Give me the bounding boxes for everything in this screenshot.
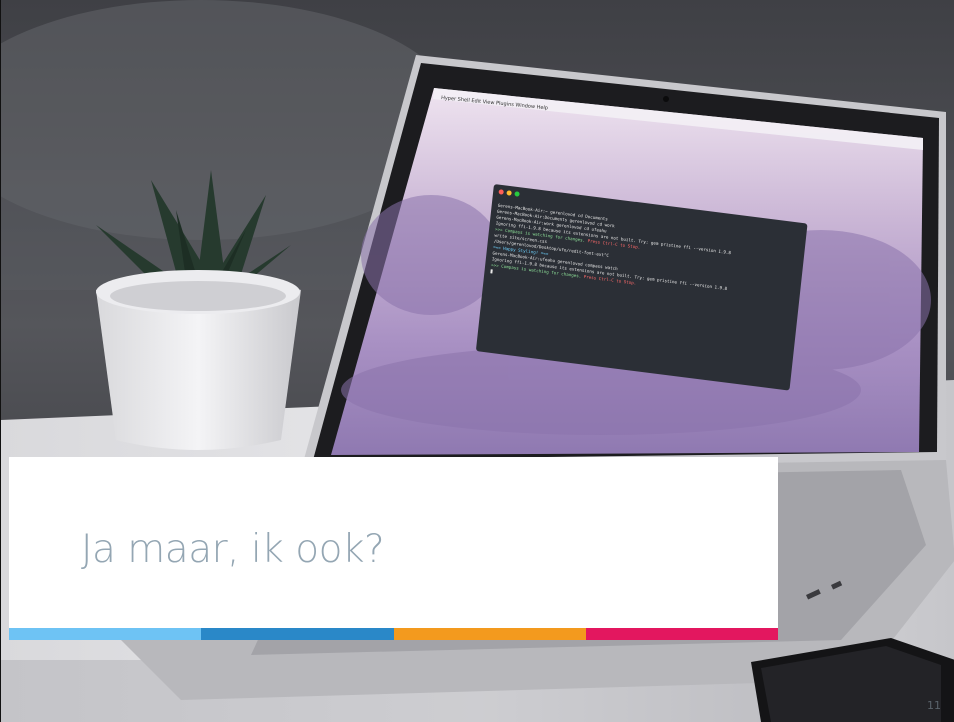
stripe-blue [201, 628, 394, 640]
color-stripe-bar [9, 628, 778, 640]
stripe-pink [585, 628, 778, 640]
title-card: Ja maar, ik ook? [9, 457, 778, 628]
stripe-light-blue [9, 628, 202, 640]
slide: Hyper Shell Edit View Plugins Window Hel… [0, 0, 954, 722]
stripe-orange [393, 628, 586, 640]
page-number: 11 [927, 699, 941, 712]
slide-title: Ja maar, ik ook? [81, 527, 385, 572]
